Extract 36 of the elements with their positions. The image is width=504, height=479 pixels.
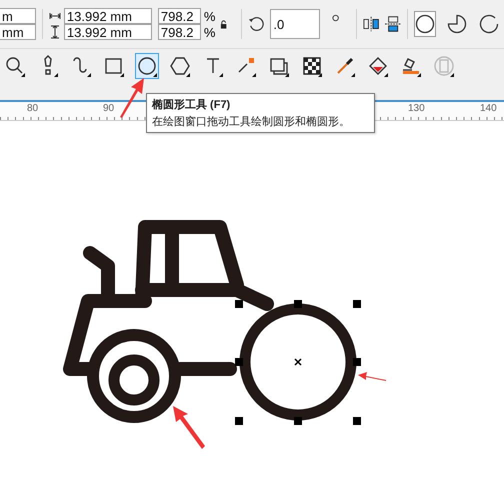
- width-icon: [48, 11, 61, 21]
- position-field[interactable]: m: [0, 8, 36, 24]
- fill-icon: [367, 55, 389, 77]
- disabled-icon: [433, 55, 455, 77]
- rotate-icon: [248, 15, 264, 33]
- ruler-label: 140: [480, 103, 497, 114]
- percent-label: %: [204, 8, 214, 24]
- center-mark-icon: [294, 358, 302, 366]
- scale-field[interactable]: 798.2: [158, 24, 201, 40]
- percent-label: %: [204, 24, 214, 40]
- arrow-icon: [358, 372, 386, 381]
- tooltip-title: 椭圆形工具 (F7): [152, 98, 232, 112]
- arc-icon: [479, 14, 500, 34]
- mirror-vertical-icon[interactable]: [384, 15, 402, 33]
- ruler-label: 130: [408, 103, 425, 114]
- polygon-icon: [169, 55, 191, 77]
- degree-icon: [332, 14, 340, 22]
- arrow-icon: [173, 406, 205, 449]
- ellipse-icon: [415, 14, 436, 34]
- size-field[interactable]: 13.992 mm: [64, 24, 152, 40]
- lock-open-icon[interactable]: [220, 20, 228, 28]
- pie-icon: [447, 14, 468, 34]
- ruler-label: 90: [103, 103, 114, 114]
- ellipse-mode-button[interactable]: [414, 11, 436, 37]
- mirror-horizontal-icon[interactable]: [362, 16, 379, 32]
- tooltip-description: 在绘图窗口拖动工具绘制圆形和椭圆形。: [152, 114, 351, 129]
- ellipse-icon: [136, 55, 158, 77]
- scale-field[interactable]: 798.2: [158, 8, 201, 24]
- height-icon: [48, 25, 61, 39]
- rotation-field[interactable]: .0: [270, 9, 320, 39]
- ellipse-tool-button[interactable]: [135, 53, 159, 79]
- smart-fill-icon: [400, 55, 422, 77]
- position-field[interactable]: mm: [0, 24, 36, 40]
- ruler-label: 80: [27, 103, 38, 114]
- transparency-icon: [301, 55, 323, 77]
- size-field[interactable]: 13.992 mm: [64, 8, 152, 24]
